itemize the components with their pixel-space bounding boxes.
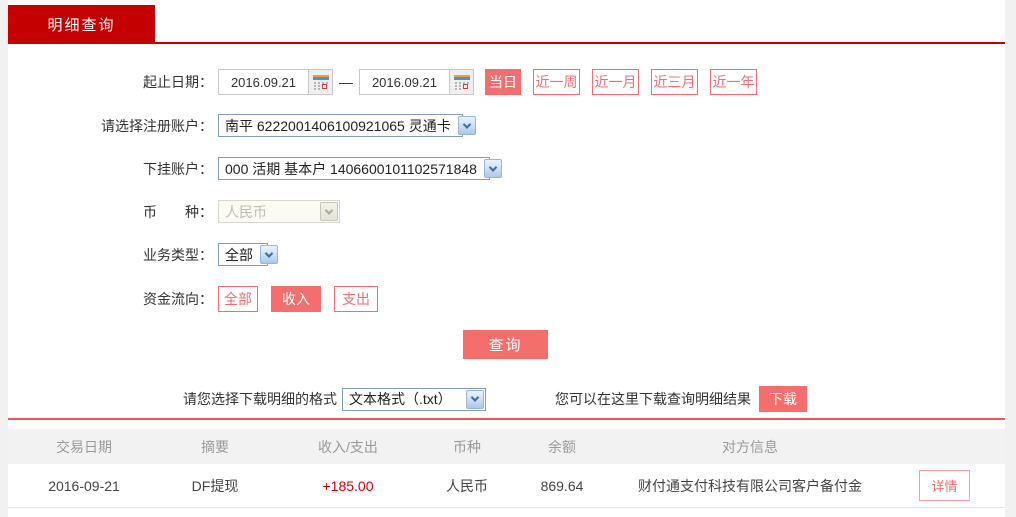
date-range-separator: — [339,74,353,90]
register-account-value: 南平 6222001406100921065 灵通卡 [225,117,451,134]
business-type-value: 全部 [225,246,253,263]
start-date-field [218,69,333,95]
header-balance: 余额 [548,438,576,455]
chevron-down-icon[interactable] [457,116,476,135]
business-type-select[interactable]: 全部 [218,243,278,266]
download-format-label: 请您选择下载明细的格式 [183,391,337,407]
chevron-down-icon[interactable] [260,245,278,264]
query-button[interactable]: 查询 [463,330,548,359]
fund-flow-expense-button[interactable]: 支出 [334,286,378,312]
download-format-select[interactable]: 文本格式（.txt） [342,387,486,411]
currency-row: 币 种： 人民币 [8,200,1005,223]
register-account-row: 请选择注册账户： 南平 6222001406100921065 灵通卡 [8,114,1005,137]
register-account-label: 请选择注册账户： [101,117,213,134]
fund-flow-label: 资金流向： [143,291,213,307]
date-range-label: 起止日期： [143,74,213,90]
cell-counterparty: 财付通支付科技有限公司客户备付金 [638,477,862,494]
cell-summary: DF提现 [191,477,239,494]
end-date-calendar-icon[interactable] [449,70,473,94]
chevron-down-icon[interactable] [483,159,502,178]
header-trade-date: 交易日期 [56,438,112,455]
cell-trade-date: 2016-09-21 [48,477,120,494]
currency-label: 币 种： [143,203,213,220]
query-form: 起止日期： 2016.09.21 — 2016.09.21 当日 近一周 近一月… [8,44,1005,412]
sub-account-value: 000 活期 基本户 1406600101102571848 [225,160,477,177]
quick-range-today-button[interactable]: 当日 [485,69,521,95]
end-date-input[interactable] [360,70,449,94]
date-range-row: 起止日期： 2016.09.21 — 2016.09.21 当日 近一周 近一月… [8,69,1005,95]
download-hint-text: 您可以在这里下载查询明细结果 [555,391,751,407]
quick-range-month-button[interactable]: 近一月 [592,69,639,95]
quick-range-3months-button[interactable]: 近三月 [651,69,698,95]
sub-account-label: 下挂账户： [143,160,213,177]
table-row: 2016-09-21 DF提现 +185.00 人民币 869.64 财付通支付… [8,464,1005,508]
download-button[interactable]: 下载 [759,386,807,412]
fund-flow-all-button[interactable]: 全部 [218,286,258,312]
business-type-label: 业务类型： [143,246,213,263]
table-top-divider [8,418,1005,420]
header-currency: 币种 [453,438,481,455]
start-date-input[interactable] [219,70,308,94]
download-format-value: 文本格式（.txt） [349,391,452,407]
end-date-field [359,69,474,95]
table-header-row: 交易日期 摘要 收入/支出 币种 余额 对方信息 [8,429,1005,464]
sub-account-select[interactable]: 000 活期 基本户 1406600101102571848 [218,157,502,180]
start-date-calendar-icon[interactable] [308,70,332,94]
business-type-row: 业务类型： 全部 [8,243,1005,266]
currency-select: 人民币 [218,200,340,223]
quick-range-year-button[interactable]: 近一年 [710,69,757,95]
header-income-expense: 收入/支出 [318,438,378,455]
cell-amount: +185.00 [322,477,374,494]
currency-value: 人民币 [225,203,267,220]
cell-currency: 人民币 [446,477,488,494]
fund-flow-row: 资金流向： 全部 收入 支出 [8,286,1005,312]
detail-button[interactable]: 详情 [919,470,970,501]
chevron-down-icon[interactable] [466,389,484,409]
fund-flow-income-button[interactable]: 收入 [271,286,321,312]
page: 明细查询 起止日期： 2016.09.21 — 2016.09.21 当日 近一… [0,0,1016,517]
content-panel: 明细查询 起止日期： 2016.09.21 — 2016.09.21 当日 近一… [8,0,1005,517]
header-summary: 摘要 [201,438,229,455]
tab-bar: 明细查询 [8,0,1005,44]
header-counterparty: 对方信息 [722,438,778,455]
quick-range-week-button[interactable]: 近一周 [533,69,580,95]
download-row: 请您选择下载明细的格式 文本格式（.txt） 您可以在这里下载查询明细结果 下载 [8,386,1005,412]
chevron-down-icon [320,202,338,221]
tab-detail-query[interactable]: 明细查询 [8,5,155,44]
cell-balance: 869.64 [540,477,584,494]
register-account-select[interactable]: 南平 6222001406100921065 灵通卡 [218,114,476,137]
sub-account-row: 下挂账户： 000 活期 基本户 1406600101102571848 [8,157,1005,180]
